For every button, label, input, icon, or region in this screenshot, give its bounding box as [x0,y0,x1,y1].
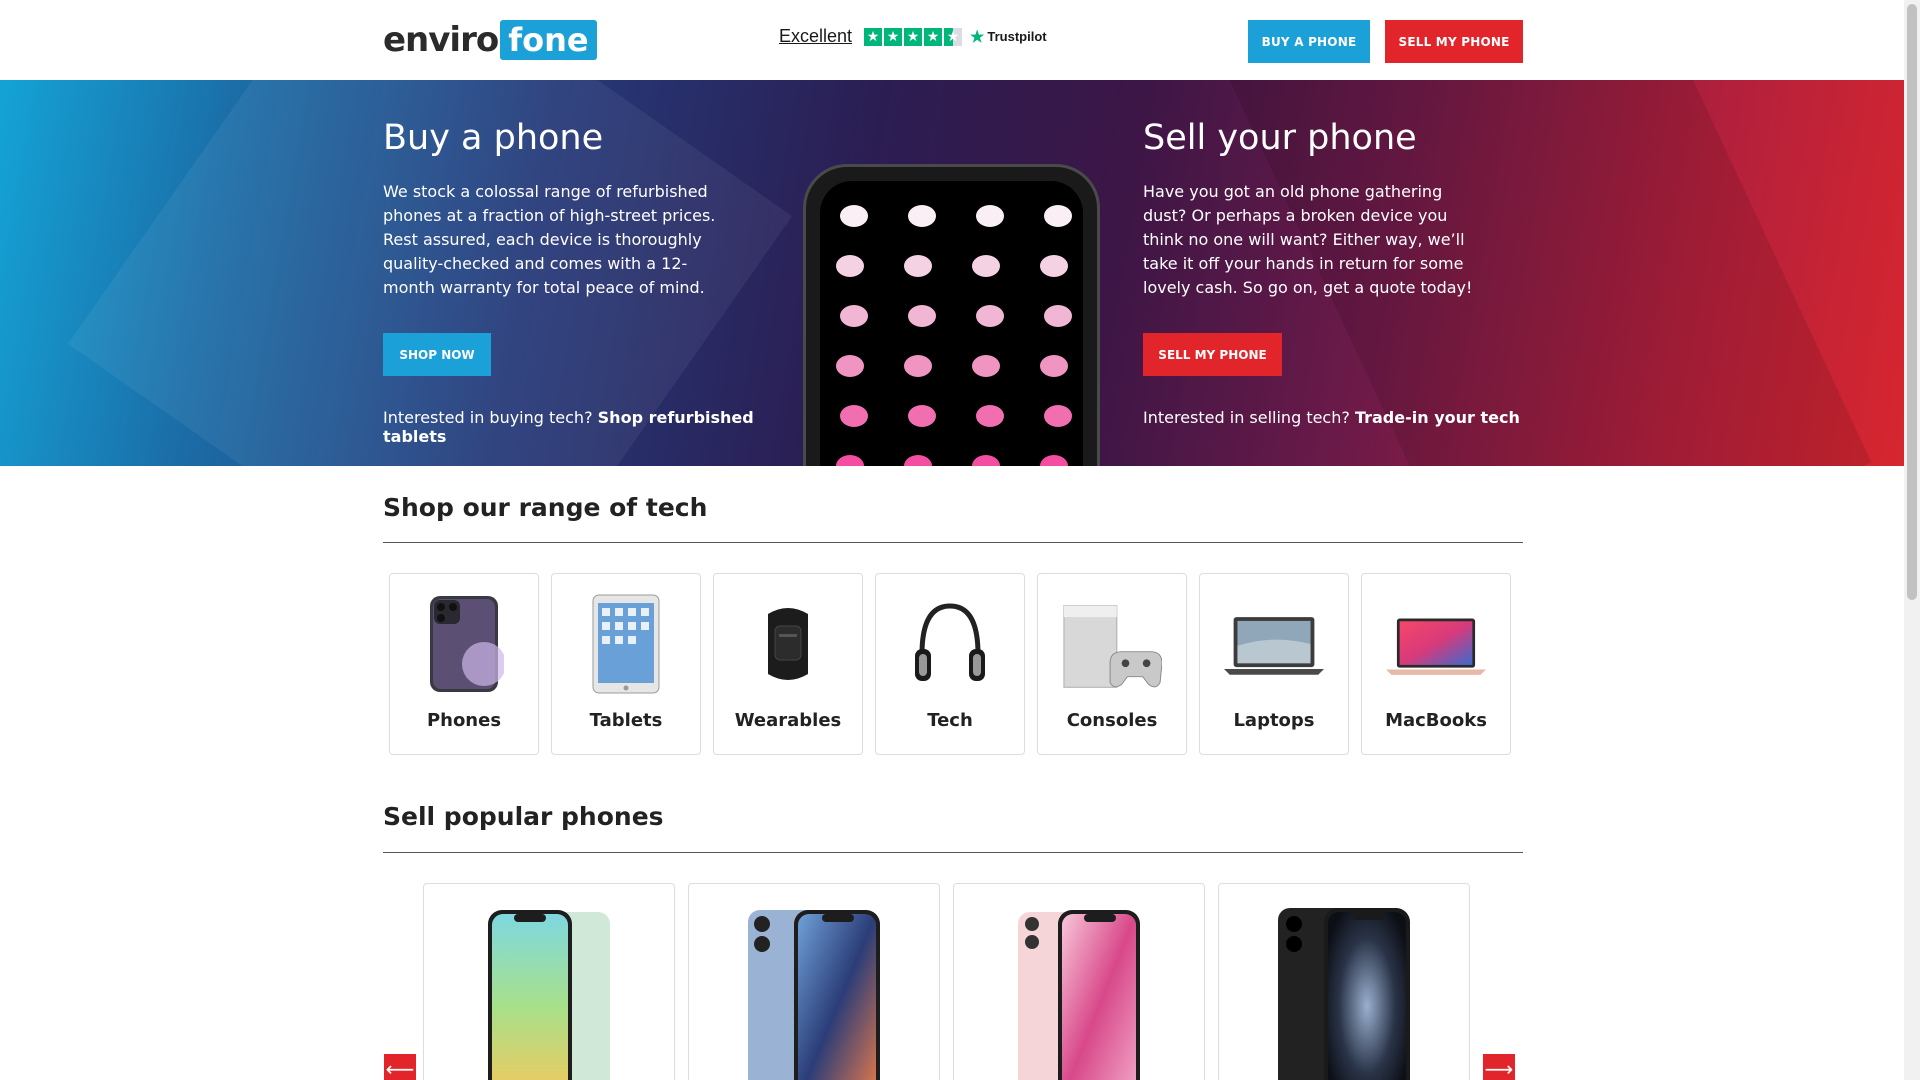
screen-dot [836,355,864,377]
screen-dot [836,255,864,277]
screen-dot [1040,255,1068,277]
category-label: Tech [927,710,973,731]
screen-dot [904,355,932,377]
section-divider [383,852,1523,853]
category-tech[interactable]: Tech [875,573,1025,755]
screen-dot [1040,355,1068,377]
category-label: MacBooks [1385,710,1487,731]
category-wearables[interactable]: Wearables [713,573,863,755]
page-scrollbar[interactable] [1904,0,1920,1080]
carousel-prev-arrow-icon[interactable]: ⟵ [384,1054,416,1080]
trustpilot-logo: ★ Trustpilot [970,28,1047,46]
screen-dot [840,405,868,427]
hero-banner: Buy a phone We stock a colossal range of… [0,80,1904,466]
macbook-icon [1386,594,1486,694]
category-label: Phones [426,710,502,731]
popular-phone-card[interactable] [423,883,675,1080]
headphones-icon [900,594,1000,694]
buy-tech-link[interactable]: Interested in buying tech? Shop refurbis… [383,408,763,446]
sell-popular-title: Sell popular phones [383,802,664,831]
buy-phone-description: We stock a colossal range of refurbished… [383,182,716,297]
screen-dot [972,255,1000,277]
sell-tech-link[interactable]: Interested in selling tech? Trade-in you… [1143,408,1543,427]
category-label: Consoles [1066,710,1158,731]
screen-dot [976,405,1004,427]
popular-phone-card[interactable] [1218,883,1470,1080]
screen-dot [1044,305,1072,327]
iphone-black-image [1278,908,1410,1080]
carousel-next-arrow-icon[interactable]: ⟶ [1483,1054,1515,1080]
screen-dot [972,355,1000,377]
section-divider [383,542,1523,543]
tablet-icon [576,594,676,694]
star-icon: ★ [924,27,943,46]
screen-dot [972,455,1000,466]
star-icon: ★ [904,27,923,46]
shop-now-button[interactable]: SHOP NOW [383,333,491,376]
half-star-icon: ★ [944,27,963,46]
sell-phone-title: Sell your phone [1143,118,1417,158]
star-icon: ★ [884,27,903,46]
screen-dot [1040,455,1068,466]
screen-dot [976,205,1004,227]
category-tablets[interactable]: Tablets [551,573,701,755]
category-phones[interactable]: Phones [389,573,539,755]
trustpilot-widget[interactable]: Excellent ★ ★ ★ ★ ★ ★ Trustpilot [779,26,1047,47]
hero-phone-image [803,164,1100,466]
screen-dot [840,305,868,327]
screen-dot [908,205,936,227]
screen-dot [1044,405,1072,427]
screen-dot [976,305,1004,327]
console-icon [1062,594,1162,694]
trustpilot-rating-text[interactable]: Excellent [779,26,852,47]
category-label: Laptops [1233,710,1315,731]
sell-phone-description: Have you got an old phone gathering dust… [1143,182,1473,297]
laptop-icon [1224,594,1324,694]
screen-dot [1044,205,1072,227]
iphone-blue-image [748,910,880,1080]
star-icon: ★ [864,27,883,46]
sell-my-phone-button[interactable]: SELL MY PHONE [1385,20,1523,63]
trustpilot-star-icon: ★ [970,28,985,46]
buy-phone-title: Buy a phone [383,118,604,158]
iphone-green-image [488,910,610,1080]
popular-phone-card[interactable] [953,883,1205,1080]
buy-a-phone-button[interactable]: BUY A PHONE [1248,20,1370,63]
screen-dot [904,455,932,466]
screen-dot [908,405,936,427]
category-label: Wearables [734,710,842,731]
category-consoles[interactable]: Consoles [1037,573,1187,755]
wearable-icon [738,594,838,694]
category-label: Tablets [589,710,663,731]
screen-dot [836,455,864,466]
popular-phone-card[interactable] [688,883,940,1080]
screen-dot [908,305,936,327]
scrollbar-thumb[interactable] [1907,4,1917,600]
screen-dot [840,205,868,227]
envirofone-logo[interactable]: enviro fone [383,20,597,60]
category-macbooks[interactable]: MacBooks [1361,573,1511,755]
trade-in-tech-link[interactable]: Trade-in your tech [1355,408,1520,427]
category-laptops[interactable]: Laptops [1199,573,1349,755]
trustpilot-stars: ★ ★ ★ ★ ★ [864,27,963,46]
screen-dot [904,255,932,277]
iphone-pink-image [1018,910,1140,1080]
shop-range-title: Shop our range of tech [383,493,708,522]
phone-icon [414,594,514,694]
phone-screen [820,181,1083,466]
hero-sell-my-phone-button[interactable]: SELL MY PHONE [1143,333,1282,376]
site-header: enviro fone Excellent ★ ★ ★ ★ ★ ★ Trustp… [0,0,1904,80]
